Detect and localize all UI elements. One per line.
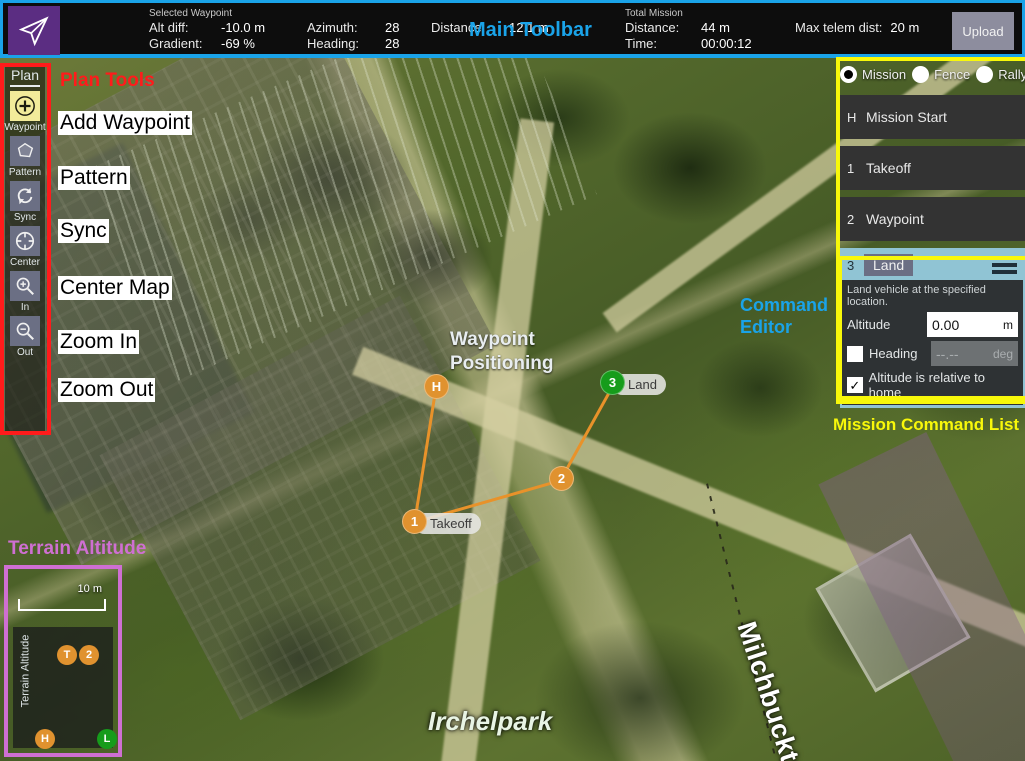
plan-tool-zoom-in[interactable]: In: [10, 271, 40, 314]
plan-tool-center-label: Center: [10, 256, 40, 269]
terrain-point-t: T: [57, 645, 77, 665]
map-scale-bar: 10 m: [18, 585, 106, 613]
plan-tool-center[interactable]: Center: [10, 226, 40, 269]
radio-rally-dot[interactable]: [976, 66, 993, 83]
relative-altitude-row[interactable]: ✓ Altitude is relative to home: [847, 370, 1018, 400]
relative-altitude-label: Altitude is relative to home: [869, 370, 1018, 400]
gradient-value: -69 %: [221, 36, 307, 52]
radio-mission[interactable]: Mission: [840, 66, 906, 83]
land-item-num: 3: [842, 258, 864, 273]
max-telem-label: Max telem dist:: [795, 20, 882, 36]
plan-tools-panel: Plan Waypoint Pattern: [4, 64, 46, 432]
terrain-altitude-graph: Terrain Altitude T 2 H L: [13, 627, 113, 748]
plan-tool-zoom-out-label: Out: [17, 346, 33, 359]
selected-waypoint-caption: Selected Waypoint: [149, 8, 549, 19]
app-logo[interactable]: [8, 6, 60, 55]
plan-tools-title: Plan: [11, 67, 39, 83]
heading-label: Heading: [869, 346, 931, 361]
upload-button[interactable]: Upload: [952, 12, 1014, 50]
total-distance-value: 44 m: [701, 20, 795, 36]
max-telem-value: 20 m: [890, 20, 919, 36]
hamburger-icon[interactable]: [992, 256, 1017, 274]
heading-checkbox[interactable]: [847, 346, 863, 362]
gradient-label: Gradient:: [149, 36, 221, 52]
heading-input[interactable]: --.-- deg: [931, 341, 1018, 366]
app-root: Irchelpark Milchbucktunnel Takeoff Land …: [0, 0, 1025, 761]
altitude-label: Altitude: [847, 317, 927, 332]
sync-icon[interactable]: [10, 181, 40, 211]
altitude-value: 0.00: [932, 317, 959, 333]
waypoint-marker-h[interactable]: H: [424, 374, 449, 399]
paper-plane-icon: [17, 14, 51, 48]
radio-fence-dot[interactable]: [912, 66, 929, 83]
waypoint-marker-1[interactable]: 1: [402, 509, 427, 534]
plus-circle-icon[interactable]: [10, 91, 40, 121]
mission-item-mission-start[interactable]: H Mission Start: [840, 95, 1025, 139]
terrain-point-h: H: [35, 729, 55, 749]
heading-label: Heading:: [307, 36, 385, 52]
mission-command-list-panel: Mission Fence Rally H Mission Start 1 Ta…: [840, 60, 1025, 408]
altitude-field-row: Altitude 0.00 m: [847, 312, 1018, 337]
radio-fence-label: Fence: [934, 67, 970, 82]
land-header: 3 Land: [842, 250, 1023, 280]
map-scale-label: 10 m: [78, 583, 102, 595]
zoom-out-icon[interactable]: [10, 316, 40, 346]
plan-tool-sync[interactable]: Sync: [10, 181, 40, 224]
annotation-main-toolbar: Main Toolbar: [469, 19, 592, 42]
mission-item-land-selected[interactable]: 3 Land Land vehicle at the specified loc…: [840, 248, 1025, 408]
plan-tool-zoom-in-label: In: [21, 301, 29, 314]
command-description: Land vehicle at the specified location.: [847, 284, 1018, 308]
mission-mode-selector: Mission Fence Rally: [840, 60, 1025, 88]
radio-rally-label: Rally: [998, 67, 1025, 82]
total-mission-caption: Total Mission: [625, 8, 919, 19]
mission-item-0-num: H: [840, 110, 866, 125]
terrain-altitude-panel[interactable]: 10 m Terrain Altitude T 2 H L: [4, 565, 122, 757]
terrain-point-2: 2: [79, 645, 99, 665]
crosshair-icon[interactable]: [10, 226, 40, 256]
command-editor: Land vehicle at the specified location. …: [842, 280, 1023, 405]
heading-value: --.--: [936, 346, 959, 362]
radio-mission-label: Mission: [862, 67, 906, 82]
total-time-label: Time:: [625, 36, 701, 52]
azimuth-value: 28: [385, 20, 431, 36]
total-time-value: 00:00:12: [701, 36, 795, 52]
waypoint-marker-2[interactable]: 2: [549, 466, 574, 491]
total-mission-group: Total Mission Distance: 44 m Max telem d…: [625, 8, 919, 52]
relative-altitude-checkbox[interactable]: ✓: [847, 377, 863, 393]
heading-value: 28: [385, 36, 431, 52]
radio-mission-dot[interactable]: [840, 66, 857, 83]
plan-tool-sync-label: Sync: [14, 211, 36, 224]
mission-item-1-num: 1: [840, 161, 866, 176]
polygon-icon[interactable]: [10, 136, 40, 166]
plan-tool-pattern-label: Pattern: [9, 166, 41, 179]
plan-tool-zoom-out[interactable]: Out: [10, 316, 40, 359]
waypoint-marker-3[interactable]: 3: [600, 370, 625, 395]
mission-item-0-name: Mission Start: [866, 109, 947, 125]
altitude-input[interactable]: 0.00 m: [927, 312, 1018, 337]
zoom-in-icon[interactable]: [10, 271, 40, 301]
heading-unit: deg: [993, 347, 1013, 361]
land-item-name[interactable]: Land: [864, 254, 913, 276]
mission-item-waypoint[interactable]: 2 Waypoint: [840, 197, 1025, 241]
terrain-altitude-body: 10 m Terrain Altitude T 2 H L: [8, 569, 118, 753]
mission-item-2-num: 2: [840, 212, 866, 227]
mission-item-1-name: Takeoff: [866, 160, 911, 176]
plan-tool-waypoint[interactable]: Waypoint: [4, 91, 45, 134]
mission-item-2-name: Waypoint: [866, 211, 924, 227]
mission-item-takeoff[interactable]: 1 Takeoff: [840, 146, 1025, 190]
radio-fence[interactable]: Fence: [912, 66, 970, 83]
plan-tool-pattern[interactable]: Pattern: [9, 136, 41, 179]
heading-field-row: Heading --.-- deg: [847, 341, 1018, 366]
alt-diff-label: Alt diff:: [149, 20, 221, 36]
plan-tools-divider: [10, 85, 40, 87]
main-toolbar: Selected Waypoint Alt diff: -10.0 m Azim…: [0, 0, 1025, 58]
total-distance-label: Distance:: [625, 20, 701, 36]
azimuth-label: Azimuth:: [307, 20, 385, 36]
altitude-unit: m: [1003, 318, 1013, 332]
terrain-altitude-axis-label: Terrain Altitude: [19, 635, 31, 708]
alt-diff-value: -10.0 m: [221, 20, 307, 36]
plan-tool-waypoint-label: Waypoint: [4, 121, 45, 134]
terrain-point-l: L: [97, 729, 117, 749]
radio-rally[interactable]: Rally: [976, 66, 1025, 83]
